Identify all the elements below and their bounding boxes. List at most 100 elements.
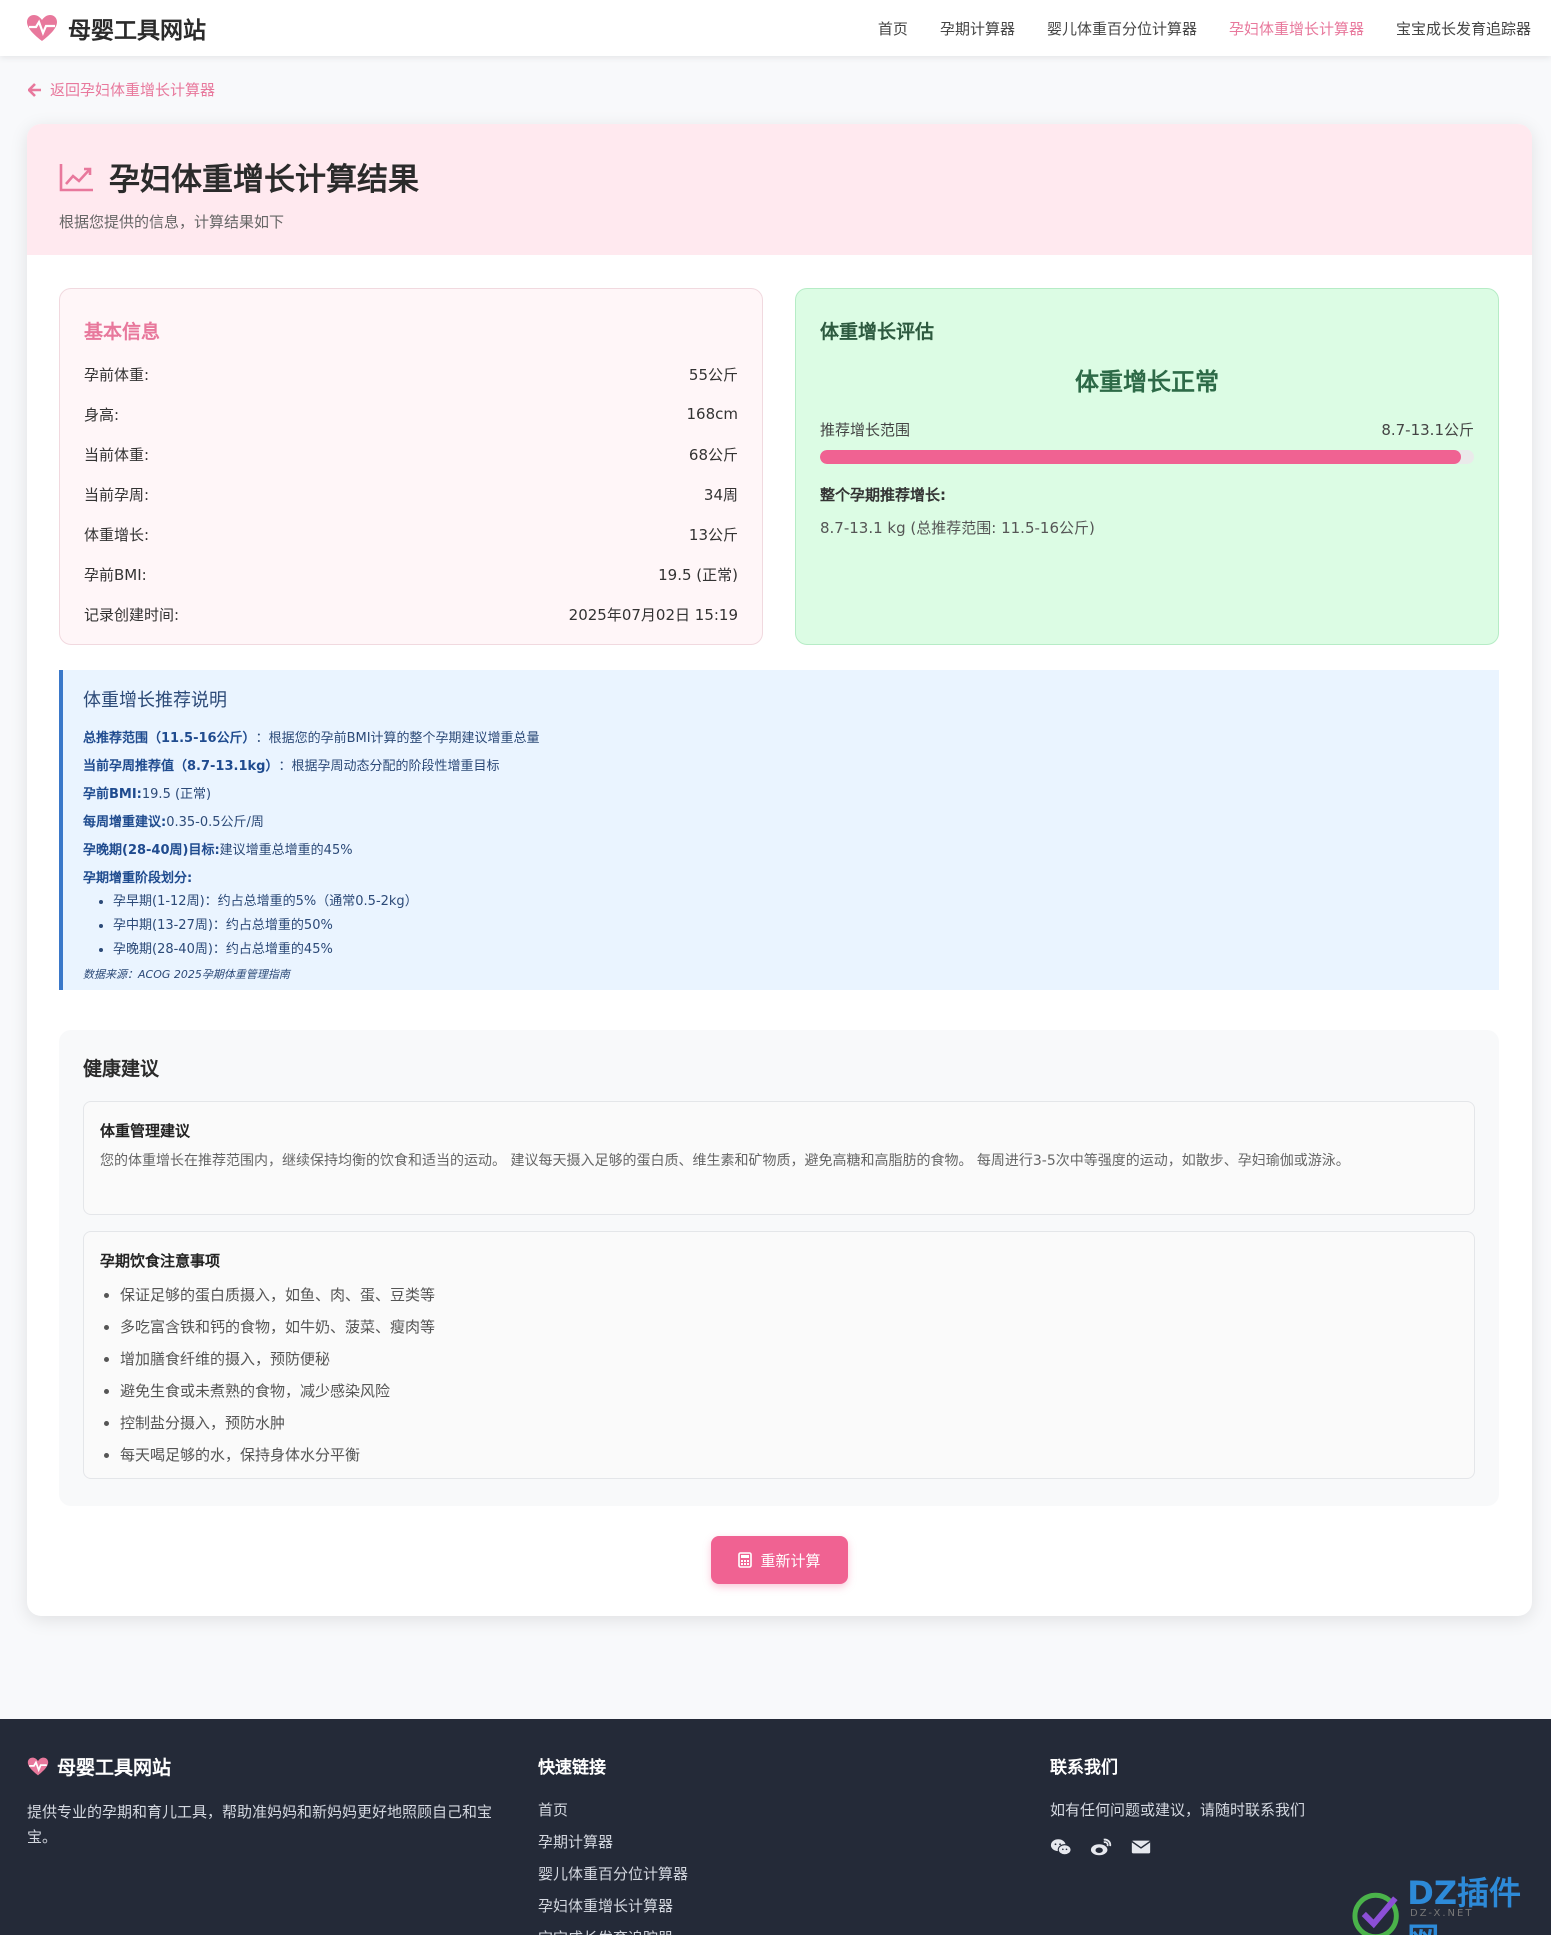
info-value: 68公斤 <box>688 445 738 464</box>
explanation-line: 总推荐范围（11.5-16公斤） ：根据您的孕前BMI计算的整个孕期建议增重总量 <box>83 722 1479 750</box>
info-row: 当前体重: 68公斤 <box>84 434 738 474</box>
range-value: 8.7-13.1公斤 <box>1381 421 1474 439</box>
wechat-icon[interactable] <box>1050 1837 1072 1857</box>
nav-links: 首页 孕期计算器 婴儿体重百分位计算器 孕妇体重增长计算器 宝宝成长发育追踪器 <box>878 18 1531 39</box>
progress-bar <box>820 450 1474 464</box>
quick-links-list: 首页 孕期计算器 婴儿体重百分位计算器 孕妇体重增长计算器 宝宝成长发育追踪器 <box>538 1794 688 1935</box>
list-item: 保证足够的蛋白质摄入，如鱼、肉、蛋、豆类等 <box>120 1279 1458 1311</box>
explanation-box: 体重增长推荐说明 总推荐范围（11.5-16公斤） ：根据您的孕前BMI计算的整… <box>59 670 1499 990</box>
quick-links-title: 快速链接 <box>538 1758 606 1778</box>
recalculate-label: 重新计算 <box>760 1551 821 1570</box>
footer-link-home[interactable]: 首页 <box>538 1794 688 1826</box>
nav-item-pregnancy-calculator[interactable]: 孕期计算器 <box>940 18 1015 39</box>
range-row: 推荐增长范围 8.7-13.1公斤 <box>820 419 1474 440</box>
heart-pulse-icon <box>27 1757 49 1776</box>
list-item: 控制盐分摄入，预防水肿 <box>120 1407 1458 1439</box>
footer-brand[interactable]: 母婴工具网站 <box>27 1753 517 1780</box>
contact-text: 如有任何问题或建议，请随时联系我们 <box>1050 1801 1306 1819</box>
heart-pulse-icon <box>27 15 57 41</box>
explanation-text: ：根据您的孕前BMI计算的整个孕期建议增重总量 <box>255 730 540 746</box>
total-range-label: 整个孕期推荐增长: <box>820 486 946 504</box>
explanation-text: ：根据孕周动态分配的阶段性增重目标 <box>278 758 500 774</box>
diet-notes-title: 孕期饮食注意事项 <box>100 1252 221 1270</box>
recalculate-button[interactable]: 重新计算 <box>711 1536 848 1584</box>
footer-quick-links: 快速链接 首页 孕期计算器 婴儿体重百分位计算器 孕妇体重增长计算器 宝宝成长发… <box>538 1753 688 1935</box>
info-value: 55公斤 <box>688 365 738 384</box>
back-link-label: 返回孕妇体重增长计算器 <box>50 81 216 99</box>
explanation-line: 每周增重建议: 0.35-0.5公斤/周 <box>83 806 1479 834</box>
range-label: 推荐增长范围 <box>820 421 911 439</box>
info-label: 孕前体重: <box>84 365 150 384</box>
info-row: 体重增长: 13公斤 <box>84 514 738 554</box>
explanation-text: 0.35-0.5公斤/周 <box>166 814 264 830</box>
footer-description: 提供专业的孕期和育儿工具，帮助准妈妈和新妈妈更好地照顾自己和宝宝。 <box>27 1803 493 1846</box>
evaluation-box: 体重增长评估 体重增长正常 推荐增长范围 8.7-13.1公斤 整个孕期推荐增长… <box>795 288 1499 645</box>
list-item: 多吃富含铁和钙的食物，如牛奶、菠菜、瘦肉等 <box>120 1311 1458 1343</box>
list-item: 孕晚期(28-40周)：约占总增重的45% <box>113 938 1479 962</box>
info-label: 记录创建时间: <box>84 605 180 624</box>
footer-link-pregnancy-calculator[interactable]: 孕期计算器 <box>538 1826 688 1858</box>
info-label: 身高: <box>84 405 120 424</box>
info-value: 19.5 (正常) <box>658 565 738 584</box>
explanation-key: 总推荐范围（11.5-16公斤） <box>83 730 256 746</box>
info-label: 当前体重: <box>84 445 150 464</box>
info-value: 13公斤 <box>688 525 738 544</box>
footer-link-infant-weight-percentile[interactable]: 婴儿体重百分位计算器 <box>538 1858 688 1890</box>
brand[interactable]: 母婴工具网站 <box>26 11 206 45</box>
info-row: 身高: 168cm <box>84 394 738 434</box>
explanation-key: 每周增重建议: <box>83 814 167 830</box>
watermark-text: DZ插件网 <box>1407 1874 1522 1935</box>
footer-link-growth-tracker[interactable]: 宝宝成长发育追踪器 <box>538 1922 688 1935</box>
info-row: 记录创建时间: 2025年07月02日 15:19 <box>84 594 738 634</box>
contact-title: 联系我们 <box>1050 1758 1118 1778</box>
weight-management-text: 您的体重增长在推荐范围内，继续保持均衡的饮食和适当的运动。 建议每天摄入足够的蛋… <box>100 1153 1350 1169</box>
back-link[interactable]: 返回孕妇体重增长计算器 <box>28 79 215 100</box>
explanation-key: 孕晚期(28-40周)目标: <box>83 842 220 858</box>
result-header: 孕妇体重增长计算结果 根据您提供的信息，计算结果如下 <box>27 124 1532 255</box>
nav-item-infant-weight-percentile[interactable]: 婴儿体重百分位计算器 <box>1047 18 1197 39</box>
weibo-icon[interactable] <box>1090 1837 1112 1857</box>
explanation-key: 孕前BMI: <box>83 786 142 802</box>
weight-management-card: 体重管理建议 您的体重增长在推荐范围内，继续保持均衡的饮食和适当的运动。 建议每… <box>83 1101 1475 1215</box>
info-row: 孕前体重: 55公斤 <box>84 354 738 394</box>
email-icon[interactable] <box>1130 1837 1152 1857</box>
footer: 母婴工具网站 提供专业的孕期和育儿工具，帮助准妈妈和新妈妈更好地照顾自己和宝宝。… <box>0 1719 1551 1935</box>
footer-contact: 联系我们 如有任何问题或建议，请随时联系我们 <box>1050 1753 1540 1857</box>
explanation-line: 孕期增重阶段划分: <box>83 862 1479 890</box>
evaluation-title: 体重增长评估 <box>820 321 935 343</box>
weight-management-title: 体重管理建议 <box>100 1122 191 1140</box>
nav-item-pregnancy-weight-gain[interactable]: 孕妇体重增长计算器 <box>1229 18 1364 39</box>
info-value: 2025年07月02日 15:19 <box>568 605 738 624</box>
evaluation-status: 体重增长正常 <box>1075 368 1219 396</box>
explanation-key: 当前孕周推荐值（8.7-13.1kg） <box>83 758 279 774</box>
footer-brand-name: 母婴工具网站 <box>57 1757 172 1779</box>
list-item: 增加膳食纤维的摄入，预防便秘 <box>120 1343 1458 1375</box>
footer-link-pregnancy-weight-gain[interactable]: 孕妇体重增长计算器 <box>538 1890 688 1922</box>
explanation-line: 孕晚期(28-40周)目标: 建议增重总增重的45% <box>83 834 1479 862</box>
diet-list: 保证足够的蛋白质摄入，如鱼、肉、蛋、豆类等 多吃富含铁和钙的食物，如牛奶、菠菜、… <box>100 1279 1458 1471</box>
check-logo-icon <box>1352 1892 1399 1935</box>
list-item: 避免生食或未煮熟的食物，减少感染风险 <box>120 1375 1458 1407</box>
explanation-text: 19.5 (正常) <box>141 786 212 802</box>
list-item: 孕中期(13-27周)：约占总增重的50% <box>113 914 1479 938</box>
info-row: 孕前BMI: 19.5 (正常) <box>84 554 738 594</box>
explanation-line: 当前孕周推荐值（8.7-13.1kg） ：根据孕周动态分配的阶段性增重目标 <box>83 750 1479 778</box>
contact-icons <box>1050 1837 1540 1857</box>
arrow-left-icon <box>28 82 41 97</box>
diet-notes-card: 孕期饮食注意事项 保证足够的蛋白质摄入，如鱼、肉、蛋、豆类等 多吃富含铁和钙的食… <box>83 1231 1475 1479</box>
page-title-text: 孕妇体重增长计算结果 <box>109 162 419 198</box>
info-label: 体重增长: <box>84 525 150 544</box>
recalc-wrap: 重新计算 <box>27 1536 1532 1584</box>
explanation-title: 体重增长推荐说明 <box>83 690 227 711</box>
chart-line-icon <box>59 163 93 191</box>
nav-item-growth-tracker[interactable]: 宝宝成长发育追踪器 <box>1396 18 1531 39</box>
watermark: DZ插件网 DZ-X.NET <box>1350 1868 1551 1935</box>
nav-item-home[interactable]: 首页 <box>878 18 908 39</box>
page-subtitle: 根据您提供的信息，计算结果如下 <box>59 213 285 231</box>
health-title: 健康建议 <box>83 1058 160 1080</box>
stages-title: 孕期增重阶段划分: <box>83 870 193 886</box>
calculator-icon <box>738 1552 753 1568</box>
brand-name: 母婴工具网站 <box>68 18 206 44</box>
list-item: 孕早期(1-12周)：约占总增重的5%（通常0.5-2kg） <box>113 890 1479 914</box>
result-card: 孕妇体重增长计算结果 根据您提供的信息，计算结果如下 基本信息 孕前体重: 55… <box>27 124 1532 1616</box>
